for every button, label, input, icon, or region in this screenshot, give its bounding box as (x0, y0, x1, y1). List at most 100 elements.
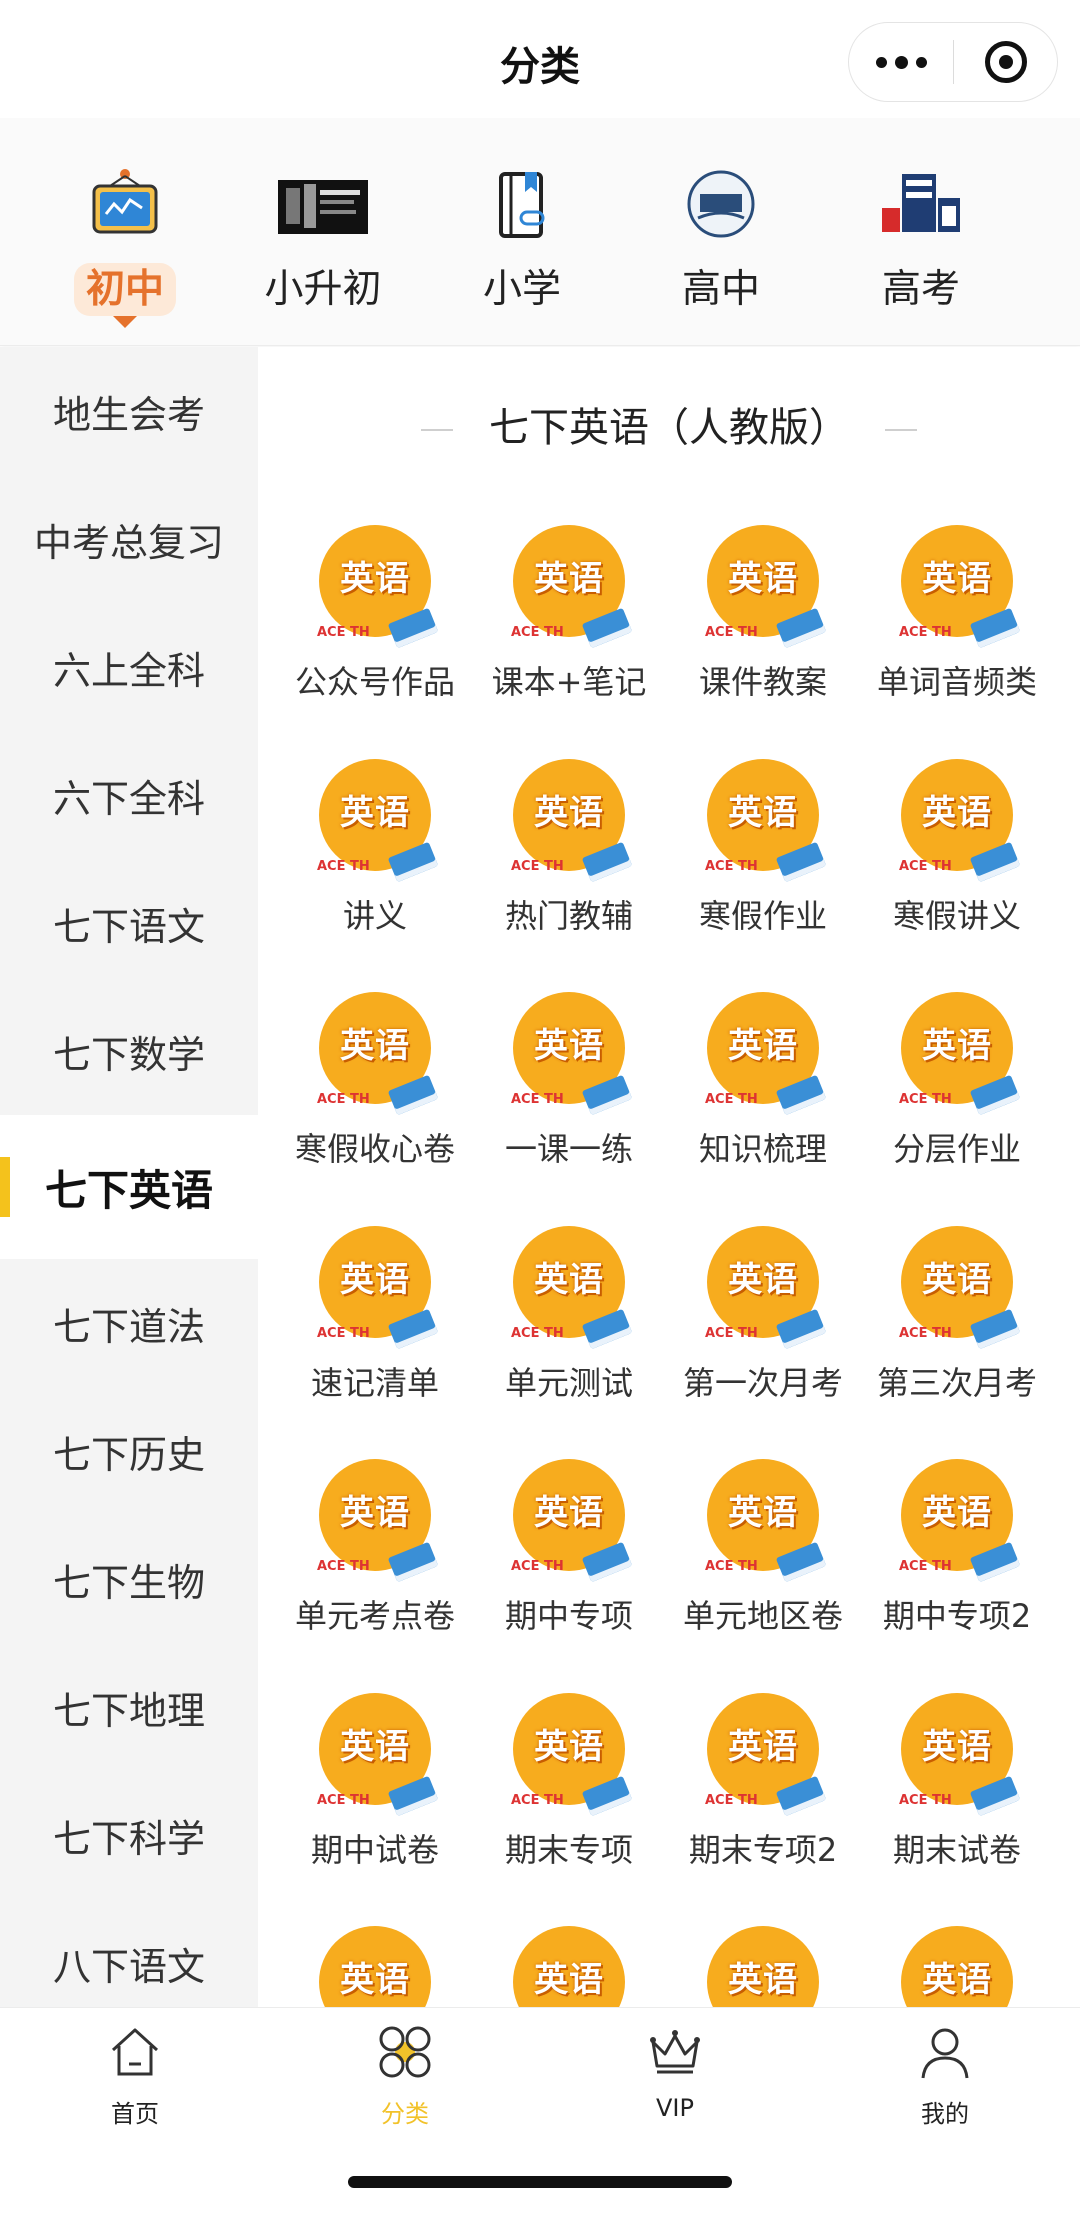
resource-item-label: 期末专项 (504, 1830, 633, 1869)
tab-category[interactable]: 分类 (270, 2022, 540, 2132)
subject-sidebar: 地生会考 中考总复习 六上全科 六下全科 七下语文 七下数学 七下英语 七下道法 七下历史 七下生… (0, 347, 258, 2007)
english-thumbnail-icon: 英语ACE TH (697, 1218, 829, 1350)
tab-home[interactable]: 首页 (0, 2022, 270, 2132)
grade-tab-junior[interactable]: 初中 (40, 148, 210, 338)
notebook-link-icon (499, 172, 545, 238)
sidebar-item[interactable]: 七下英语 (0, 1115, 258, 1259)
resource-item[interactable]: 英语 ACE TH 寒假作业 (666, 751, 860, 951)
resource-item[interactable]: 英语 ACE TH 知识梳理 (666, 984, 860, 1184)
resource-item[interactable]: 英语 ACE TH 单元地区卷 (666, 1451, 860, 1651)
thumbnail-word: 英语 (728, 559, 798, 599)
banner-thumbnail-icon (278, 180, 368, 234)
resource-item[interactable]: 英语 ACE TH 期中专项 (472, 1451, 666, 1651)
sidebar-item[interactable]: 六下全科 (0, 731, 258, 859)
sidebar-item[interactable]: 七下生物 (0, 1515, 258, 1643)
resource-item[interactable]: 英语 ACE TH 期末试卷 (860, 1685, 1054, 1885)
resource-item[interactable]: 英语 ACE TH 速记清单 (278, 1218, 472, 1418)
sidebar-item[interactable]: 七下道法 (0, 1259, 258, 1387)
dot-icon (875, 56, 887, 68)
resource-item[interactable]: 英语 ACE TH 期中试卷 (278, 1685, 472, 1885)
thumbnail-letters: ACE TH (317, 1559, 370, 1574)
nav-header: 分类 (0, 0, 1080, 118)
english-thumbnail-icon: 英语ACE TH (309, 984, 441, 1116)
sidebar-item[interactable]: 七下地理 (0, 1643, 258, 1771)
resource-item-label: 公众号作品 (294, 663, 455, 701)
resource-item[interactable]: 英语 ACE TH 热门教辅 (472, 751, 666, 951)
resource-item[interactable]: 英语 ACE TH 课件教案 (666, 517, 860, 717)
thumbnail-word: 英语 (340, 792, 410, 833)
selected-caret-icon (113, 316, 137, 328)
sidebar-item[interactable]: 七下历史 (0, 1387, 258, 1515)
english-thumbnail-icon: 英语ACE TH (503, 517, 635, 649)
thumbnail-letters: ACE TH (317, 1325, 370, 1341)
resource-item[interactable]: 英语 ACE TH 期中专项2 (860, 1451, 1054, 1651)
thumbnail-letters: ACE TH (317, 1792, 370, 1808)
home-indicator[interactable] (348, 2176, 732, 2188)
sidebar-item[interactable]: 地生会考 (0, 347, 258, 475)
resource-item-label: 单元考点卷 (294, 1597, 455, 1635)
thumbnail-word: 英语 (922, 1026, 992, 1066)
thumbnail-word: 英语 (534, 1960, 604, 2000)
sidebar-item[interactable]: 七下数学 (0, 987, 258, 1115)
resource-item[interactable]: 英语 ACE TH 期末专项2 (666, 1685, 860, 1885)
resource-item[interactable]: 英语 ACE TH 讲义 (278, 751, 472, 951)
english-thumbnail-icon: 英语ACE TH (697, 1685, 829, 1817)
thumbnail-word: 英语 (728, 792, 798, 833)
sidebar-item[interactable]: 七下语文 (0, 859, 258, 987)
tab-profile[interactable]: 我的 (810, 2022, 1080, 2132)
resource-item-label: 期中专项 (504, 1597, 633, 1635)
tab-vip[interactable]: VIP (540, 2022, 810, 2132)
sidebar-item[interactable]: 七下科学 (0, 1771, 258, 1899)
thumbnail-letters: ACE TH (511, 625, 564, 640)
resource-item[interactable]: 英语 ACE TH 分层作业 (860, 984, 1054, 1184)
resource-item-label: 寒假收心卷 (294, 1130, 455, 1168)
resource-item[interactable]: 英语 ACE TH 单元考点卷 (278, 1451, 472, 1651)
resource-item-label: 单元地区卷 (682, 1597, 843, 1635)
resource-item-label: 热门教辅 (504, 896, 633, 935)
close-miniprogram-button[interactable] (954, 23, 1057, 101)
resource-item[interactable]: 英语 ACE TH 期末专项 (472, 1685, 666, 1885)
grade-tab-senior[interactable]: 高中 (636, 148, 806, 338)
dot-icon (915, 56, 927, 68)
resource-item[interactable]: 英语 ACE TH 第三次月考 (860, 1218, 1054, 1418)
resource-item-label: 单元测试 (504, 1363, 633, 1402)
english-thumbnail-icon: 英语ACE TH (891, 1451, 1023, 1583)
sidebar-item[interactable]: 六上全科 (0, 603, 258, 731)
category-icon (379, 2026, 431, 2078)
english-thumbnail-icon: 英语ACE TH (503, 1918, 635, 2007)
resource-item[interactable]: 英语 ACE TH 一课一练 (472, 984, 666, 1184)
resource-item[interactable]: 英语 ACE TH 单元测试 (472, 1218, 666, 1418)
english-thumbnail-icon: 英语ACE TH (891, 1218, 1023, 1350)
thumbnail-letters: ACE TH (317, 858, 370, 874)
miniprogram-capsule (848, 22, 1058, 102)
resource-item-label: 第三次月考 (876, 1363, 1037, 1402)
grade-tab-primary[interactable]: 小学 (437, 148, 607, 338)
resource-item[interactable]: 英语 ACE TH 公众号作品 (278, 517, 472, 717)
thumbnail-word: 英语 (534, 1493, 604, 1533)
resource-item[interactable]: 英语ACE TH (278, 1918, 472, 2007)
thumbnail-word: 英语 (340, 1960, 410, 2000)
sidebar-item[interactable]: 中考总复习 (0, 475, 258, 603)
resource-item[interactable]: 英语 ACE TH 第一次月考 (666, 1218, 860, 1418)
grade-tab-gaokao[interactable]: 高考 (836, 148, 1006, 338)
sidebar-item[interactable]: 八下语文 (0, 1899, 258, 2007)
resource-item-label: 一课一练 (504, 1130, 633, 1168)
resource-item[interactable]: 英语ACE TH (666, 1918, 860, 2007)
resource-item[interactable]: 英语ACE TH (860, 1918, 1054, 2007)
resource-item-label: 寒假讲义 (892, 896, 1021, 935)
gaokao-logo-icon (882, 174, 960, 232)
english-thumbnail-icon: 英语ACE TH (309, 1451, 441, 1583)
resource-item[interactable]: 英语 ACE TH 课本+笔记 (472, 517, 666, 717)
english-thumbnail-icon: 英语ACE TH (697, 751, 829, 883)
profile-icon (921, 2028, 969, 2079)
resource-item-label: 单词音频类 (876, 663, 1037, 701)
english-thumbnail-icon: 英语ACE TH (503, 1218, 635, 1350)
more-menu-button[interactable] (849, 23, 953, 101)
thumbnail-letters: ACE TH (899, 1325, 952, 1341)
resource-item[interactable]: 英语 ACE TH 寒假收心卷 (278, 984, 472, 1184)
english-thumbnail-icon: 英语ACE TH (503, 984, 635, 1116)
grade-tab-primary-to-junior[interactable]: 小升初 (238, 148, 408, 338)
resource-item[interactable]: 英语 ACE TH 单词音频类 (860, 517, 1054, 717)
resource-item[interactable]: 英语ACE TH (472, 1918, 666, 2007)
resource-item[interactable]: 英语 ACE TH 寒假讲义 (860, 751, 1054, 951)
